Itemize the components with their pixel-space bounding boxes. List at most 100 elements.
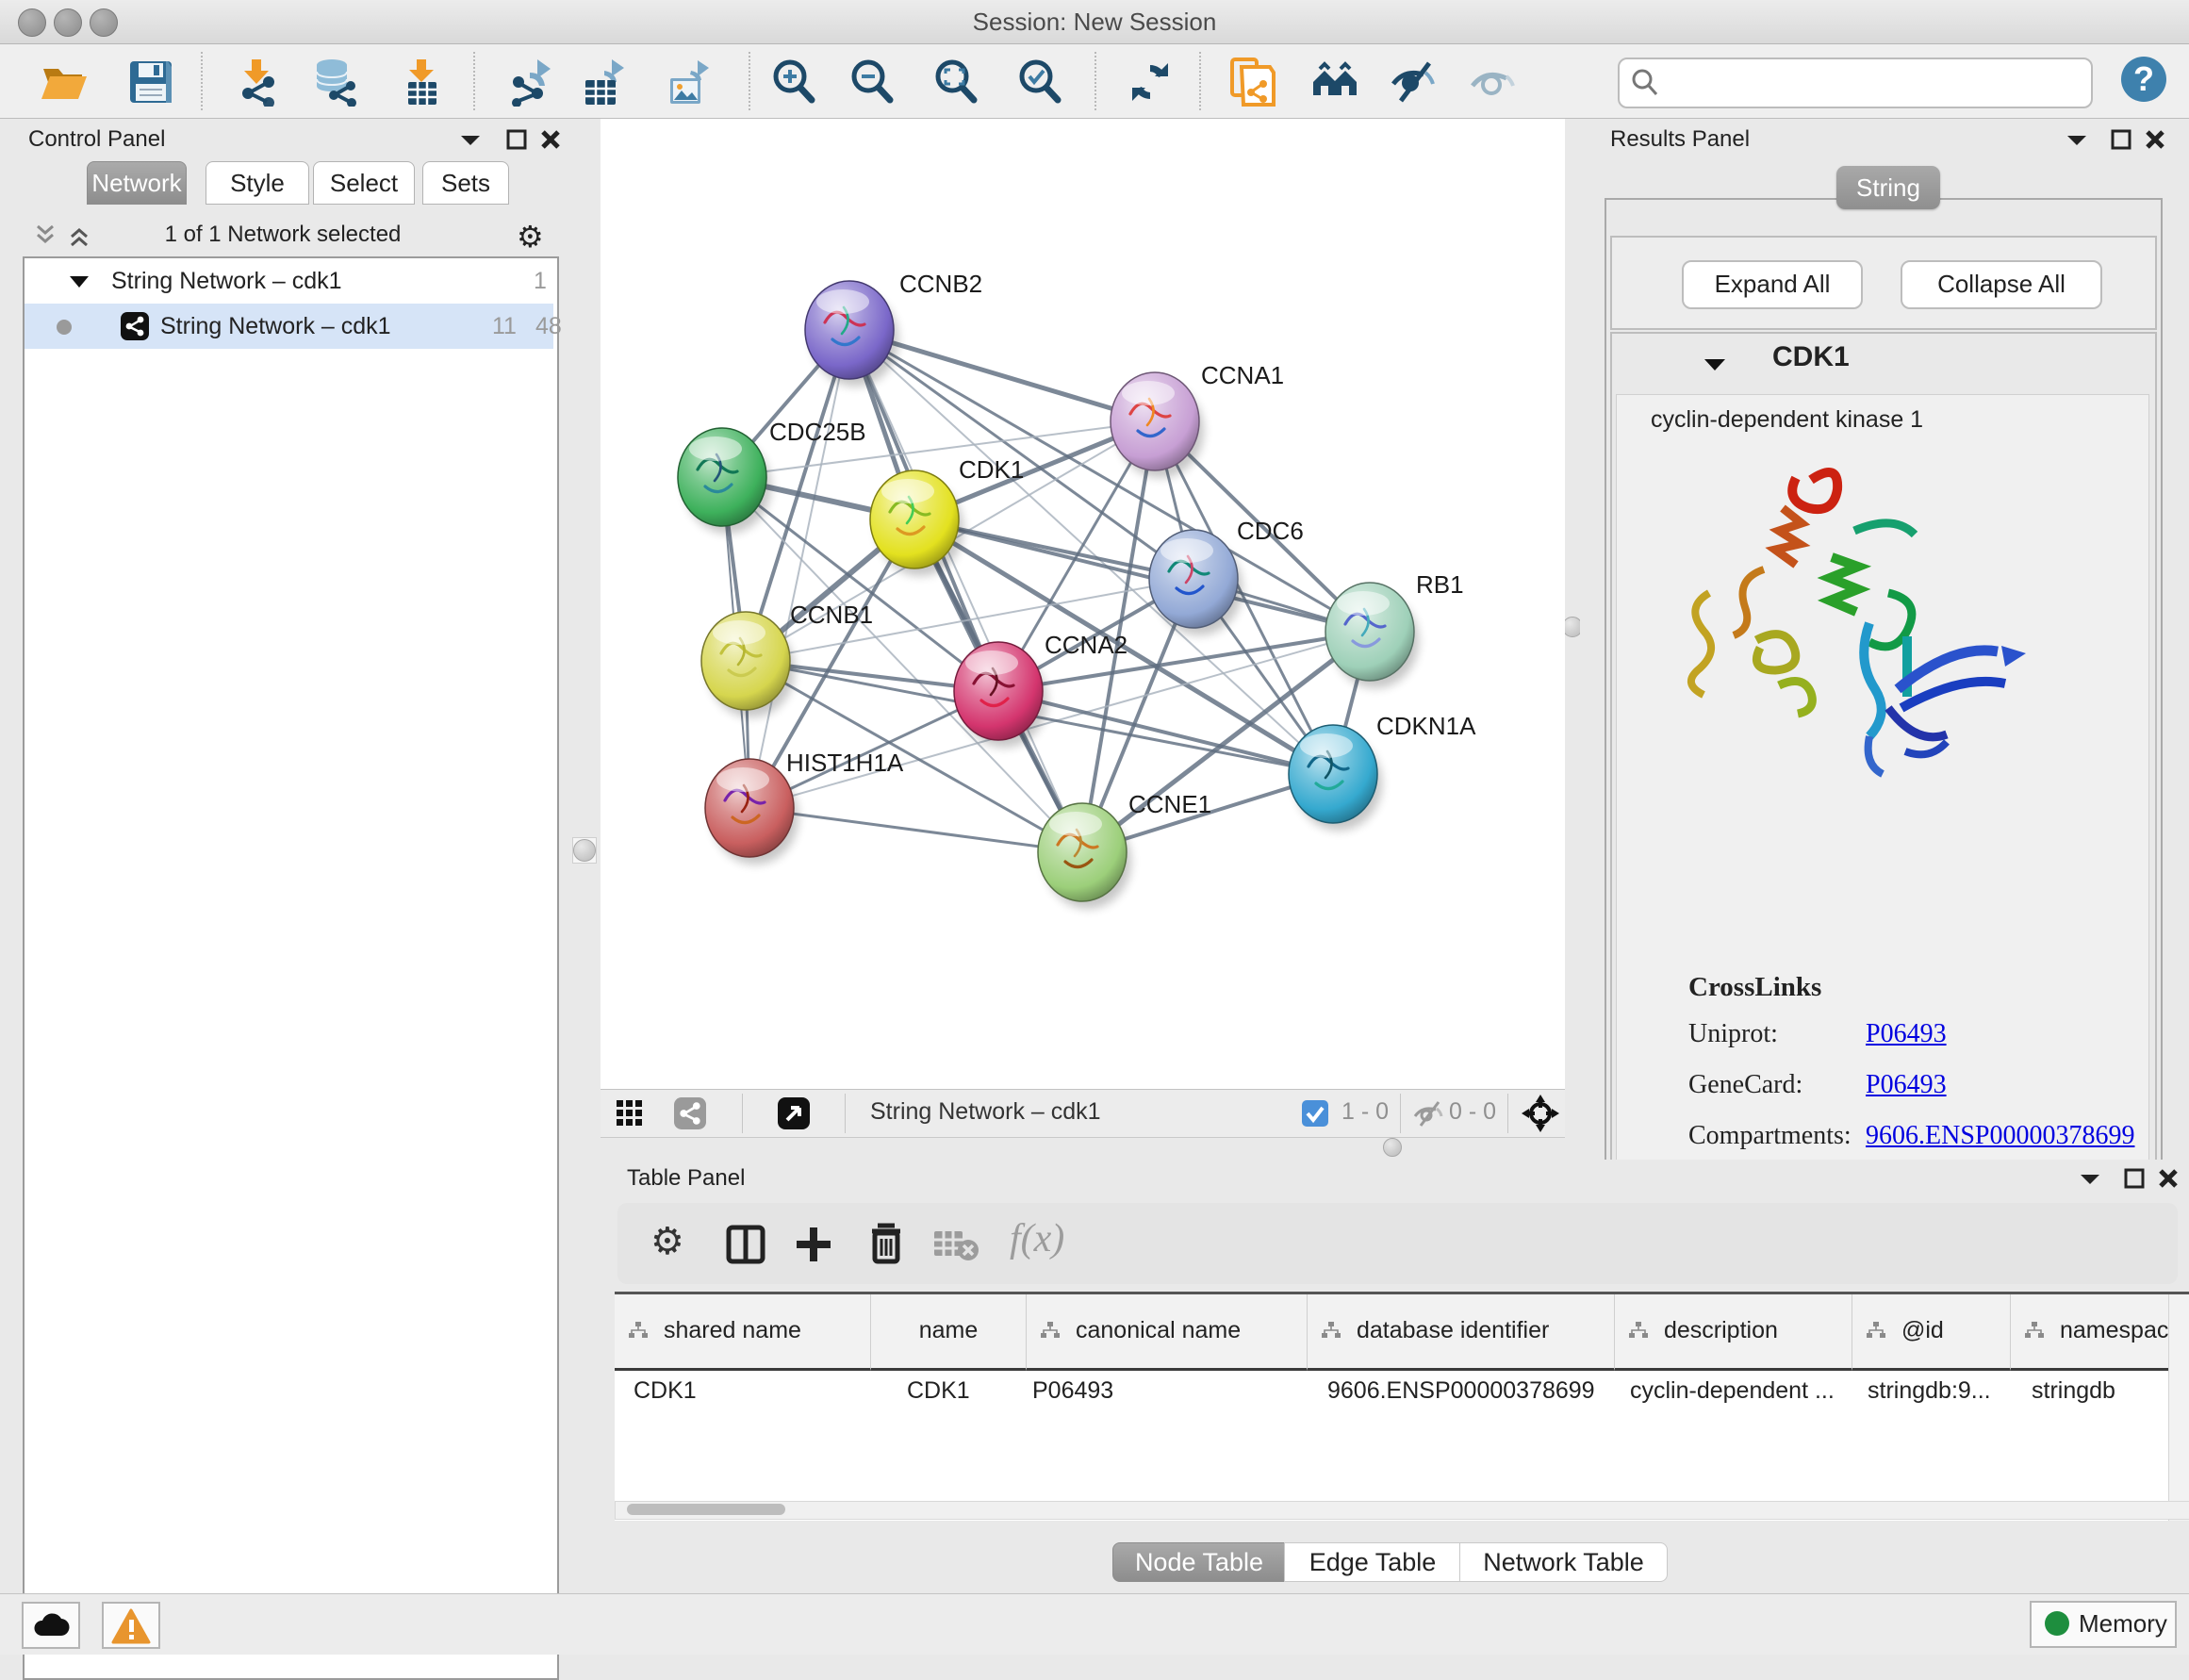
column-header-name[interactable]: name [871, 1294, 1027, 1371]
memory-button[interactable]: Memory [2030, 1601, 2177, 1648]
panel-menu-icon[interactable] [458, 132, 483, 149]
crosslinks-heading: CrossLinks [1688, 972, 1821, 1003]
tab-style[interactable]: Style [206, 161, 309, 205]
node-CDC25B[interactable] [678, 428, 771, 534]
panel-float-icon[interactable] [2110, 128, 2132, 151]
tab-network-table[interactable]: Network Table [1459, 1542, 1668, 1582]
table-cell[interactable]: CDK1 [634, 1377, 862, 1405]
import-table-file-button[interactable] [397, 58, 446, 107]
panel-close-icon[interactable] [2144, 128, 2166, 151]
node-CDKN1A[interactable] [1289, 725, 1382, 831]
table-panel: Table Panel ⚙ f(x) shared namenamecanoni… [601, 1160, 2189, 1593]
crosslink-link[interactable]: P06493 [1866, 1070, 1947, 1100]
fit-content-crosshair-icon[interactable] [1521, 1094, 1560, 1133]
bottom-splitter-handle[interactable] [1383, 1138, 1402, 1157]
node-CDK1[interactable] [870, 470, 963, 576]
node-CCNA1[interactable] [1111, 372, 1204, 478]
table-cell[interactable]: cyclin-dependent ... [1630, 1377, 1839, 1405]
first-neighbors-button[interactable] [1310, 58, 1359, 107]
selected-checkbox-icon[interactable] [1302, 1100, 1328, 1127]
tab-sets[interactable]: Sets [422, 161, 509, 205]
export-network-button[interactable] [505, 58, 554, 107]
table-cell[interactable]: stringdb [2032, 1377, 2181, 1405]
node-label-CDC6: CDC6 [1237, 517, 1304, 545]
search-input[interactable] [1669, 61, 2078, 103]
collection-expand-icon[interactable] [68, 274, 91, 289]
refresh-button[interactable] [1126, 58, 1175, 107]
expand-all-button[interactable]: Expand All [1682, 260, 1863, 309]
edge-CCNB2-HIST1H1A[interactable] [749, 330, 849, 808]
node-CCNA2[interactable] [954, 642, 1047, 748]
column-header-description[interactable]: description [1615, 1294, 1852, 1371]
left-splitter-handle[interactable] [573, 839, 596, 862]
network-options-gear-icon[interactable]: ⚙ [517, 219, 544, 255]
zoom-fit-button[interactable] [931, 58, 980, 107]
table-cell[interactable]: stringdb:9... [1868, 1377, 1998, 1405]
crosslink-link[interactable]: P06493 [1866, 1019, 1947, 1049]
show-all-button[interactable] [1469, 58, 1518, 107]
cloud-status-button[interactable] [22, 1602, 80, 1649]
node-CCNE1[interactable] [1038, 803, 1131, 909]
panel-menu-icon[interactable] [2078, 1171, 2102, 1188]
panel-float-icon[interactable] [2123, 1167, 2146, 1190]
duplicate-network-button[interactable] [1228, 58, 1277, 107]
grid-view-icon[interactable] [616, 1099, 644, 1128]
column-header--id[interactable]: @id [1852, 1294, 2011, 1371]
import-network-database-button[interactable] [311, 58, 360, 107]
panel-close-icon[interactable] [539, 128, 562, 151]
tab-node-table[interactable]: Node Table [1112, 1542, 1286, 1582]
tab-select[interactable]: Select [313, 161, 415, 205]
network-canvas[interactable]: CCNB2CCNA1CDC25BCDK1CDC6RB1CCNB1CCNA2CDK… [601, 119, 1565, 1089]
expand-collapse-box: Expand All Collapse All [1610, 236, 2157, 330]
panel-menu-icon[interactable] [2065, 132, 2089, 149]
node-CDC6[interactable] [1149, 530, 1243, 635]
zoom-in-button[interactable] [769, 58, 818, 107]
column-label: namespace [2060, 1317, 2181, 1344]
table-cell[interactable]: 9606.ENSP00000378699 [1327, 1377, 1606, 1405]
open-session-button[interactable] [40, 58, 89, 107]
node-HIST1H1A[interactable] [705, 759, 798, 865]
table-options-gear-icon[interactable]: ⚙ [650, 1220, 684, 1263]
scrollbar-thumb[interactable] [627, 1504, 785, 1515]
table-cell[interactable]: P06493 [1032, 1377, 1285, 1405]
help-button[interactable]: ? [2119, 55, 2168, 104]
save-session-button[interactable] [126, 58, 175, 107]
crosslink-label: Compartments: [1688, 1121, 1852, 1151]
import-network-file-button[interactable] [233, 58, 282, 107]
column-header-shared-name[interactable]: shared name [615, 1294, 871, 1371]
tab-string[interactable]: String [1836, 166, 1940, 209]
table-cell[interactable]: CDK1 [907, 1377, 1034, 1405]
right-splitter[interactable] [1565, 119, 1580, 1136]
column-header-database-identifier[interactable]: database identifier [1308, 1294, 1615, 1371]
column-header-canonical-name[interactable]: canonical name [1027, 1294, 1308, 1371]
warnings-button[interactable] [102, 1602, 160, 1649]
left-splitter[interactable] [566, 119, 601, 1593]
table-horizontal-scrollbar[interactable] [615, 1501, 2189, 1520]
tab-edge-table[interactable]: Edge Table [1284, 1542, 1461, 1582]
network-collection-row[interactable]: String Network – cdk1 1 [25, 258, 553, 304]
birdseye-view-icon[interactable] [778, 1097, 810, 1129]
edge-HIST1H1A-CCNE1[interactable] [749, 808, 1082, 852]
table-toolbar: ⚙ f(x) [617, 1203, 2178, 1284]
network-row[interactable]: String Network – cdk1 11 48 [25, 304, 553, 349]
network-list-view-icon[interactable] [674, 1097, 706, 1129]
column-header-namespace[interactable]: namespace [2011, 1294, 2189, 1371]
panel-close-icon[interactable] [2157, 1167, 2180, 1190]
table-vertical-scrollbar[interactable] [2168, 1294, 2189, 1521]
node-CCNB2[interactable] [805, 281, 898, 387]
crosslink-link[interactable]: 9606.ENSP00000378699 [1866, 1121, 2134, 1151]
node-RB1[interactable] [1325, 583, 1419, 688]
export-image-button[interactable] [663, 58, 712, 107]
protein-section-collapse-icon[interactable] [1703, 356, 1727, 373]
collapse-all-button[interactable]: Collapse All [1901, 260, 2102, 309]
create-column-icon[interactable] [793, 1224, 834, 1265]
hide-selected-button[interactable] [1390, 58, 1439, 107]
zoom-selected-button[interactable] [1015, 58, 1064, 107]
delete-column-trash-icon[interactable] [864, 1220, 908, 1267]
export-table-button[interactable] [578, 58, 627, 107]
node-CCNB1[interactable] [701, 612, 795, 717]
panel-float-icon[interactable] [505, 128, 528, 151]
zoom-out-button[interactable] [848, 58, 897, 107]
tab-network[interactable]: Network [87, 161, 187, 205]
show-columns-icon[interactable] [725, 1224, 766, 1265]
